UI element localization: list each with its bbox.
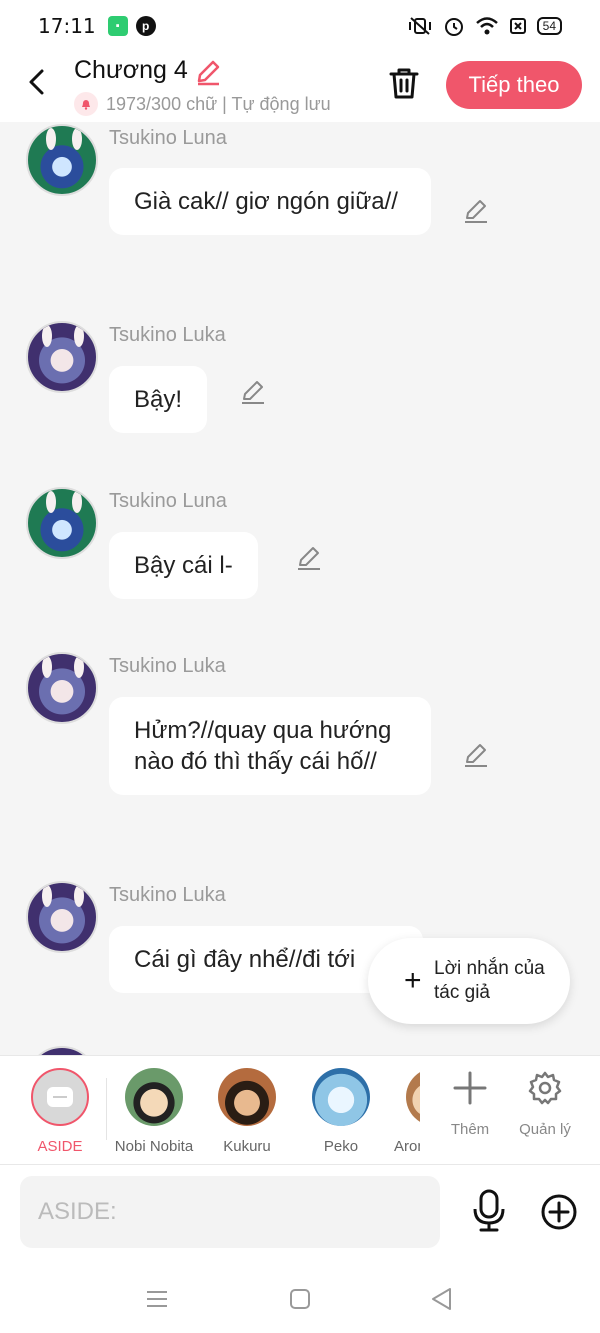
aside-avatar: [31, 1068, 89, 1126]
add-attachment-icon[interactable]: [540, 1193, 578, 1231]
status-right-icons: 54: [407, 15, 562, 37]
edit-message-pencil-icon[interactable]: [295, 544, 323, 572]
word-count-text: 1973/300 chữ | Tự động lưu: [106, 93, 331, 114]
character-bar: ASIDE Nobi Nobita Kukuru Peko Aron Thêm …: [0, 1055, 600, 1165]
header: Chương 4 1973/300 chữ | Tự động lưu Tiếp…: [0, 52, 600, 122]
add-character-button[interactable]: Thêm: [430, 1070, 510, 1138]
edit-message-pencil-icon[interactable]: [462, 197, 490, 225]
word-count-info: 1973/300 chữ | Tự động lưu: [74, 92, 331, 116]
avatar: [125, 1068, 183, 1126]
battery-icon: 54: [536, 17, 562, 35]
back-button[interactable]: [22, 66, 54, 98]
divider: [106, 1078, 107, 1140]
home-icon[interactable]: [286, 1285, 314, 1313]
character-aron[interactable]: Aron: [362, 1068, 420, 1155]
plus-icon: [453, 1071, 487, 1105]
wifi-icon: [475, 17, 498, 35]
bell-icon: [74, 92, 98, 116]
edit-title-pencil-icon[interactable]: [194, 58, 222, 86]
avatar: [406, 1068, 420, 1126]
avatar[interactable]: [26, 652, 98, 724]
sender-name: Tsukino Luka: [109, 655, 226, 677]
avatar[interactable]: [26, 881, 98, 953]
message-bubble[interactable]: Bậy cái l-: [109, 532, 258, 599]
status-time: 17:11: [38, 14, 96, 38]
page-title: Chương 4: [74, 56, 188, 84]
composer: [0, 1165, 600, 1265]
manage-label: Quản lý: [519, 1121, 571, 1138]
sender-name: Tsukino Luna: [109, 490, 227, 512]
menu-icon[interactable]: [143, 1285, 171, 1313]
sim-icon: [509, 18, 526, 34]
avatar[interactable]: [26, 487, 98, 559]
sender-name: Tsukino Luka: [109, 884, 226, 906]
character-aside[interactable]: ASIDE: [14, 1068, 106, 1155]
character-label: Nobi Nobita: [114, 1138, 194, 1155]
character-label: Aron: [394, 1138, 420, 1155]
system-nav-bar: [0, 1265, 600, 1333]
edit-message-pencil-icon[interactable]: [239, 378, 267, 406]
gear-icon: [528, 1071, 562, 1105]
chat-list[interactable]: Tsukino Luna Già cak// giơ ngón giữa// T…: [0, 122, 600, 1055]
microphone-icon[interactable]: [471, 1189, 507, 1233]
avatar[interactable]: [26, 124, 98, 196]
alarm-icon: [444, 18, 463, 36]
trash-icon[interactable]: [388, 66, 420, 100]
status-left-icons: ▪ p: [107, 16, 156, 36]
character-label: Kukuru: [223, 1138, 271, 1155]
author-note-label: Lời nhắn của tác giả: [434, 958, 545, 1003]
message-bubble[interactable]: Già cak// giơ ngón giữa//: [109, 168, 431, 235]
avatar[interactable]: [26, 1046, 98, 1055]
message-bubble[interactable]: Hửm?//quay qua hướng nào đó thì thấy cái…: [109, 697, 431, 795]
plus-icon: +: [404, 964, 422, 997]
author-note-button[interactable]: + Lời nhắn của tác giả: [368, 938, 570, 1024]
add-label: Thêm: [450, 1121, 490, 1138]
sender-name: Tsukino Luka: [109, 324, 226, 346]
message-input[interactable]: [20, 1176, 440, 1248]
status-bar: 17:11 ▪ p 54: [0, 0, 600, 52]
character-kukuru[interactable]: Kukuru: [201, 1068, 293, 1155]
edit-message-pencil-icon[interactable]: [462, 741, 490, 769]
avatar: [218, 1068, 276, 1126]
message-bubble[interactable]: Bậy!: [109, 366, 208, 433]
back-nav-icon[interactable]: [428, 1285, 456, 1313]
character-label: ASIDE: [37, 1138, 83, 1155]
character-nobi-nobita[interactable]: Nobi Nobita: [108, 1068, 200, 1155]
next-button[interactable]: Tiếp theo: [446, 61, 582, 109]
app-icon: ▪: [107, 16, 128, 36]
manage-characters-button[interactable]: Quản lý: [505, 1070, 585, 1138]
avatar[interactable]: [26, 321, 98, 393]
pinterest-icon: p: [135, 16, 156, 36]
mute-vibrate-icon: [408, 17, 431, 35]
sender-name: Tsukino Luna: [109, 127, 227, 149]
